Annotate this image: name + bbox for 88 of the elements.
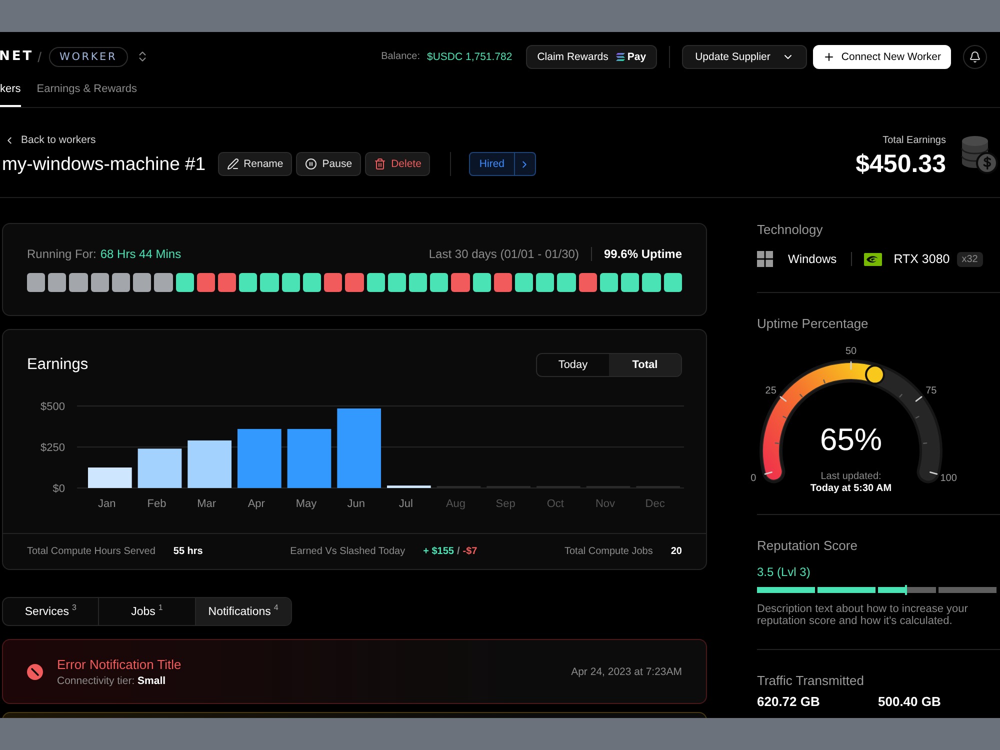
traffic-value: 620.72 GB xyxy=(757,694,821,709)
gauge-tick-label: 100 xyxy=(940,473,957,484)
x-axis-label: Oct xyxy=(546,498,564,510)
bell-icon xyxy=(969,50,981,62)
claim-rewards-button[interactable]: Claim Rewards Pay xyxy=(526,44,658,68)
pen-icon xyxy=(226,158,239,170)
x-axis-label: Jun xyxy=(347,498,365,510)
pause-icon xyxy=(305,158,318,170)
traffic-value: 500.40 GB xyxy=(878,694,942,709)
error-icon xyxy=(27,664,43,680)
chart-bar xyxy=(88,468,132,488)
chart-bar xyxy=(387,486,431,488)
stat-label: Total Compute Hours Served xyxy=(27,546,156,557)
breadcrumb-separator: / xyxy=(38,48,42,64)
chart-bar xyxy=(138,448,182,488)
last-updated-time: Today at 5:30 AM xyxy=(810,483,892,494)
y-axis-label: $0 xyxy=(52,483,65,495)
back-link[interactable]: Back to workers xyxy=(2,132,96,148)
earnings-title: Earnings xyxy=(27,356,88,374)
total-earnings-value: $450.33 xyxy=(856,149,946,179)
plus-icon xyxy=(823,50,836,62)
stat-label: Total Compute Jobs xyxy=(564,546,653,557)
x-axis-label: Jan xyxy=(98,498,116,510)
x-axis-label: Jul xyxy=(398,498,413,510)
uptime-summary: 99.6% Uptime xyxy=(604,247,682,261)
stat-label: Earned Vs Slashed Today xyxy=(290,546,406,557)
reputation-title: Reputation Score xyxy=(757,538,858,554)
stat-value: 20 xyxy=(670,546,682,557)
running-label: Running For: xyxy=(27,247,96,261)
gpu-name: RTX 3080 xyxy=(894,252,950,266)
gpu-count-badge: x32 xyxy=(956,252,983,266)
worker-title: my-windows-machine #1 xyxy=(2,153,206,175)
x-axis-label: Dec xyxy=(645,498,665,510)
notifications-button[interactable] xyxy=(963,44,987,68)
reputation-description: Description text about how to increase your reputation score and how it's calculated. xyxy=(757,603,969,627)
total-earnings-label: Total Earnings xyxy=(882,134,946,147)
chart-bar xyxy=(188,440,232,488)
nav-tab[interactable]: Earnings & Rewards xyxy=(36,81,138,107)
status-button[interactable]: Hired xyxy=(469,152,536,176)
product-pill: WORKER xyxy=(48,46,128,66)
four-squares-icon xyxy=(757,251,773,267)
reputation-score: 3.5 (Lvl 3) xyxy=(757,565,812,580)
eye-logo-icon xyxy=(864,252,882,266)
rename-button[interactable]: Rename xyxy=(218,152,292,176)
update-supplier-button[interactable]: Update Supplier xyxy=(682,44,808,68)
section-tab[interactable]: Notifications $^{4}$ xyxy=(194,598,291,625)
last-updated-label: Last updated: xyxy=(820,471,882,482)
value-separator: / xyxy=(456,546,460,557)
logo-text: NET xyxy=(0,49,34,64)
gauge-tick-label: 25 xyxy=(765,386,776,397)
nav-tab[interactable]: kers xyxy=(0,81,21,107)
x-axis-label: Nov xyxy=(595,498,616,510)
delete-button[interactable]: Delete xyxy=(365,152,430,176)
y-axis-label: $500 xyxy=(40,401,65,413)
toggle-option[interactable]: Today xyxy=(537,354,609,376)
os-name: Windows xyxy=(788,252,837,266)
section-tab[interactable]: Services $^{3}$ xyxy=(3,598,98,625)
x-axis-label: Feb xyxy=(147,498,166,510)
slanted-bars-icon xyxy=(616,52,626,60)
gauge-value: 65% xyxy=(820,422,882,457)
notification-date: Apr 24, 2023 at 7:23AM xyxy=(571,666,682,678)
y-axis-label: $250 xyxy=(40,442,65,454)
technology-title: Technology xyxy=(757,222,824,238)
balance-label: Balance: xyxy=(381,51,420,62)
balance-value: $USDC 1,751.782 xyxy=(426,50,512,62)
running-time: 68 Hrs 44 Mins xyxy=(100,247,182,261)
pause-button[interactable]: Pause xyxy=(296,152,362,176)
connect-worker-button[interactable]: Connect New Worker xyxy=(813,44,951,68)
toggle-option[interactable]: Total xyxy=(609,354,681,376)
gauge-tick-label: 75 xyxy=(926,386,937,397)
gauge-tick-label: 0 xyxy=(751,473,756,484)
x-axis-label: Aug xyxy=(446,498,466,510)
x-axis-label: May xyxy=(296,498,317,510)
traffic-title: Traffic Transmitted xyxy=(757,673,865,689)
uptime-gauge-title: Uptime Percentage xyxy=(757,316,870,332)
notification-title: Error Notification Title xyxy=(57,656,182,672)
stat-value: 55 hrs xyxy=(173,546,203,557)
notification-detail: Connectivity tier: Small xyxy=(57,674,167,686)
chart-bar xyxy=(238,428,282,488)
slashed-value: -$7 xyxy=(462,546,478,557)
chart-bar xyxy=(287,428,332,488)
x-axis-label: Mar xyxy=(197,498,216,510)
x-axis-label: Apr xyxy=(248,498,265,510)
x-axis-label: Sep xyxy=(496,498,516,510)
earned-value: + $155 xyxy=(423,546,454,557)
trash-icon xyxy=(374,158,386,170)
period-label: Last 30 days (01/01 - 01/30) xyxy=(428,247,579,261)
gauge-tick-label: 50 xyxy=(845,346,857,357)
